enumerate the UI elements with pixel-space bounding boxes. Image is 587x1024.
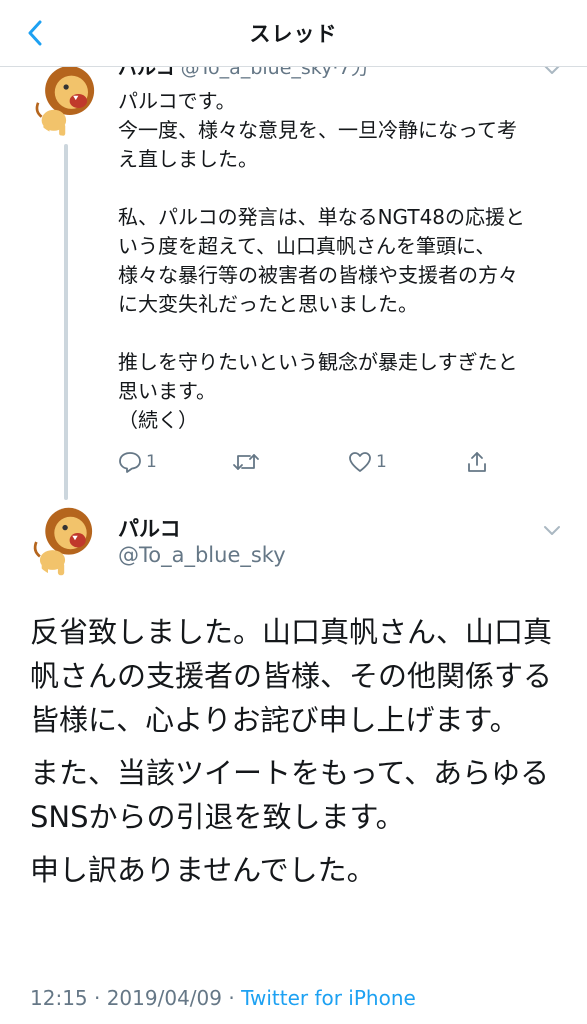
heart-icon [349, 452, 371, 472]
like-count: 1 [376, 452, 387, 472]
lion-avatar-icon [35, 66, 95, 136]
share-icon [468, 452, 486, 472]
display-name[interactable]: パルコ [118, 513, 181, 543]
tweet-paragraph: 反省致しました。山口真帆さん、山口真帆さんの支援者の皆様、その他関係する皆様に、… [30, 615, 553, 737]
like-button[interactable]: 1 [348, 446, 387, 478]
tweet-paragraph: 申し訳ありませんでした。 [30, 853, 376, 887]
tweet-paragraph: また、当該ツイートをもって、あらゆるSNSからの引退を致します。 [30, 756, 550, 834]
thread-connector [64, 144, 68, 500]
avatar[interactable] [30, 66, 104, 136]
page-title: スレッド [249, 22, 338, 46]
timestamp-text: 12:15 · 2019/04/09 · [30, 986, 242, 1010]
lion-avatar-icon [33, 507, 93, 576]
reply-count: 1 [146, 452, 157, 472]
tweet-actions: 1 1 [118, 446, 498, 478]
avatar[interactable] [30, 506, 102, 578]
retweet-icon [233, 454, 259, 470]
tweet-timestamp: 12:15 · 2019/04/09 · Twitter for iPhone [30, 986, 416, 1010]
chevron-down-icon[interactable] [542, 523, 562, 537]
tweet-text: パルコです。 今一度、様々な意見を、一旦冷静になって考 え直しました。 私、パル… [118, 89, 526, 432]
navigation-bar: スレッド [0, 0, 587, 67]
reply-button[interactable]: 1 [118, 446, 157, 478]
retweet-button[interactable] [232, 446, 264, 478]
user-handle[interactable]: @To_a_blue_sky [118, 543, 286, 567]
share-button[interactable] [466, 446, 488, 478]
tweet-text: 反省致しました。山口真帆さん、山口真帆さんの支援者の皆様、その他関係する皆様に、… [30, 610, 570, 901]
source-link[interactable]: Twitter for iPhone [241, 986, 416, 1010]
reply-icon [119, 452, 141, 473]
